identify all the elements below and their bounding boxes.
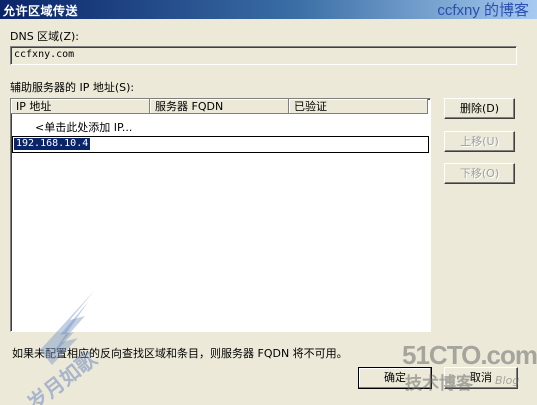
tech-blog-watermark: 技术博客: [405, 374, 473, 394]
dns-zone-field: ccfxny.com: [10, 46, 517, 65]
secondary-servers-label: 辅助服务器的 IP 地址(S):: [10, 81, 135, 94]
column-verified[interactable]: 已验证: [289, 99, 428, 114]
add-ip-row[interactable]: <单击此处添加 IP...: [35, 119, 132, 135]
move-up-button[interactable]: 上移(U): [444, 131, 515, 152]
blog-watermark: ccfxny 的博客: [437, 2, 529, 19]
window-title: 允许区域传送: [3, 4, 79, 18]
column-ip-address[interactable]: IP 地址: [11, 99, 150, 114]
column-server-fqdn[interactable]: 服务器 FQDN: [150, 99, 289, 114]
ip-edit-row[interactable]: 192.168.10.4: [12, 136, 429, 153]
winged-logo-text: 岁月如歌: [23, 346, 102, 405]
move-down-button[interactable]: 下移(O): [444, 163, 515, 184]
dns-zone-label: DNS 区域(Z):: [10, 30, 80, 43]
51cto-watermark: 51CTO.com: [402, 340, 537, 370]
blog-watermark-small: Blog: [495, 374, 520, 387]
winged-logo-watermark: 岁月如歌: [23, 290, 102, 405]
title-bar: 允许区域传送 ccfxny 的博客: [0, 0, 537, 19]
delete-button[interactable]: 删除(D): [444, 98, 515, 119]
dns-zone-value: ccfxny.com: [14, 49, 75, 60]
list-header: IP 地址 服务器 FQDN 已验证: [11, 99, 430, 115]
ip-edit-input[interactable]: 192.168.10.4: [14, 138, 91, 150]
